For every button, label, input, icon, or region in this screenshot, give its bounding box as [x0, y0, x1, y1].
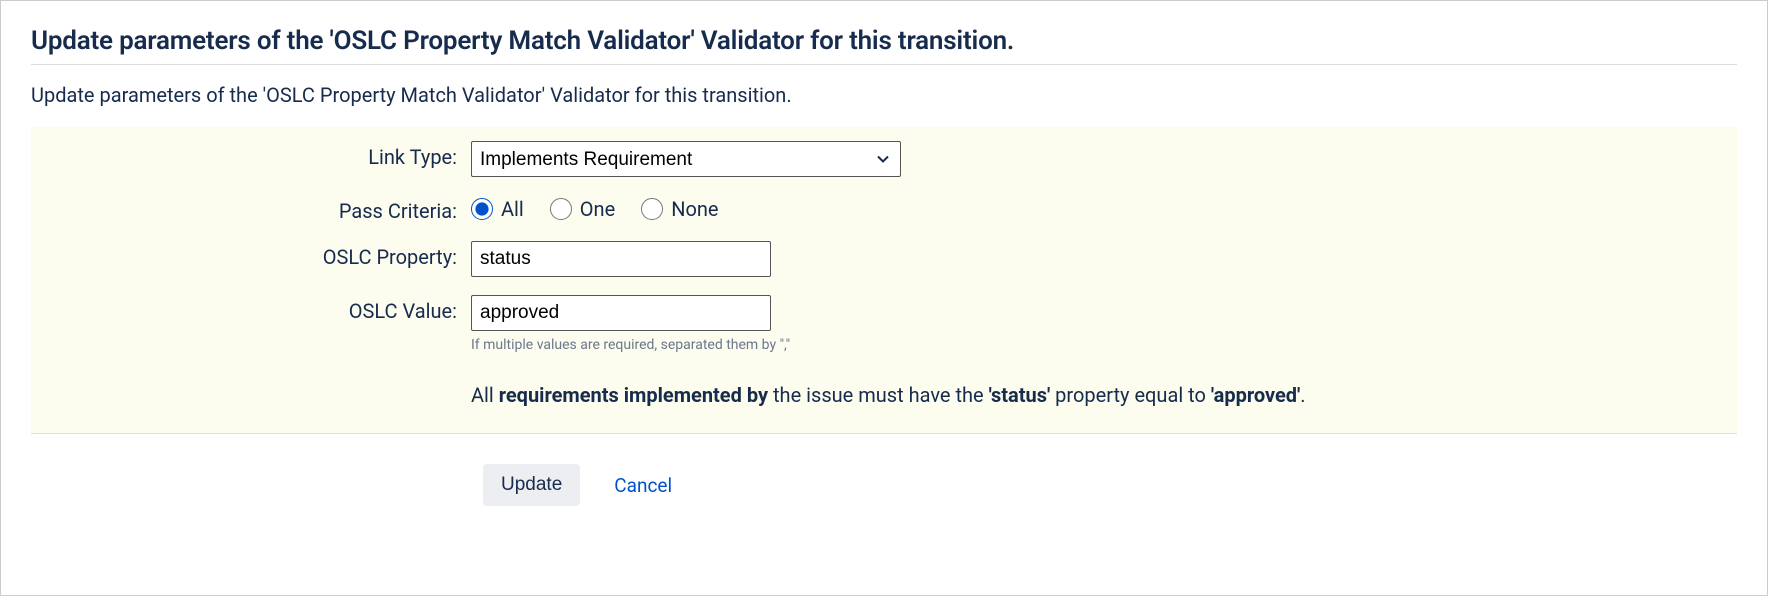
buttons-row: Update Cancel [31, 464, 1737, 506]
oslc-value-hint: If multiple values are required, separat… [471, 337, 1737, 353]
label-link-type: Link Type: [31, 141, 471, 169]
summary-text: . [1300, 383, 1305, 407]
row-oslc-property: OSLC Property: [31, 241, 1737, 277]
oslc-value-input[interactable] [471, 295, 771, 331]
label-oslc-property: OSLC Property: [31, 241, 471, 269]
row-oslc-value: OSLC Value: If multiple values are requi… [31, 295, 1737, 407]
update-button[interactable]: Update [483, 464, 580, 506]
title-divider [31, 64, 1737, 65]
dialog-container: Update parameters of the 'OSLC Property … [0, 0, 1768, 596]
summary-text: the issue must have the [768, 383, 989, 407]
page-description: Update parameters of the 'OSLC Property … [31, 83, 1737, 107]
page-title: Update parameters of the 'OSLC Property … [31, 26, 1737, 56]
radio-one-label[interactable]: One [580, 197, 615, 221]
radio-all-label[interactable]: All [501, 197, 524, 221]
cancel-link[interactable]: Cancel [614, 474, 672, 497]
link-type-select[interactable]: Implements Requirement [471, 141, 901, 177]
validation-summary: All requirements implemented by the issu… [471, 383, 1737, 407]
summary-text: property equal to [1050, 383, 1211, 407]
radio-none[interactable] [641, 198, 663, 220]
summary-bold-property: 'status' [989, 383, 1051, 407]
radio-one[interactable] [550, 198, 572, 220]
summary-text: All [471, 383, 499, 407]
oslc-property-input[interactable] [471, 241, 771, 277]
form-area: Link Type: Implements Requirement Pass C… [31, 127, 1737, 434]
label-pass-criteria: Pass Criteria: [31, 195, 471, 223]
summary-bold-value: 'approved' [1211, 383, 1300, 407]
row-link-type: Link Type: Implements Requirement [31, 141, 1737, 177]
label-oslc-value: OSLC Value: [31, 295, 471, 323]
summary-bold-requirements: requirements implemented by [499, 383, 768, 407]
row-pass-criteria: Pass Criteria: All One None [31, 195, 1737, 223]
pass-criteria-radio-group: All One None [471, 195, 1737, 221]
radio-all[interactable] [471, 198, 493, 220]
radio-none-label[interactable]: None [671, 197, 718, 221]
